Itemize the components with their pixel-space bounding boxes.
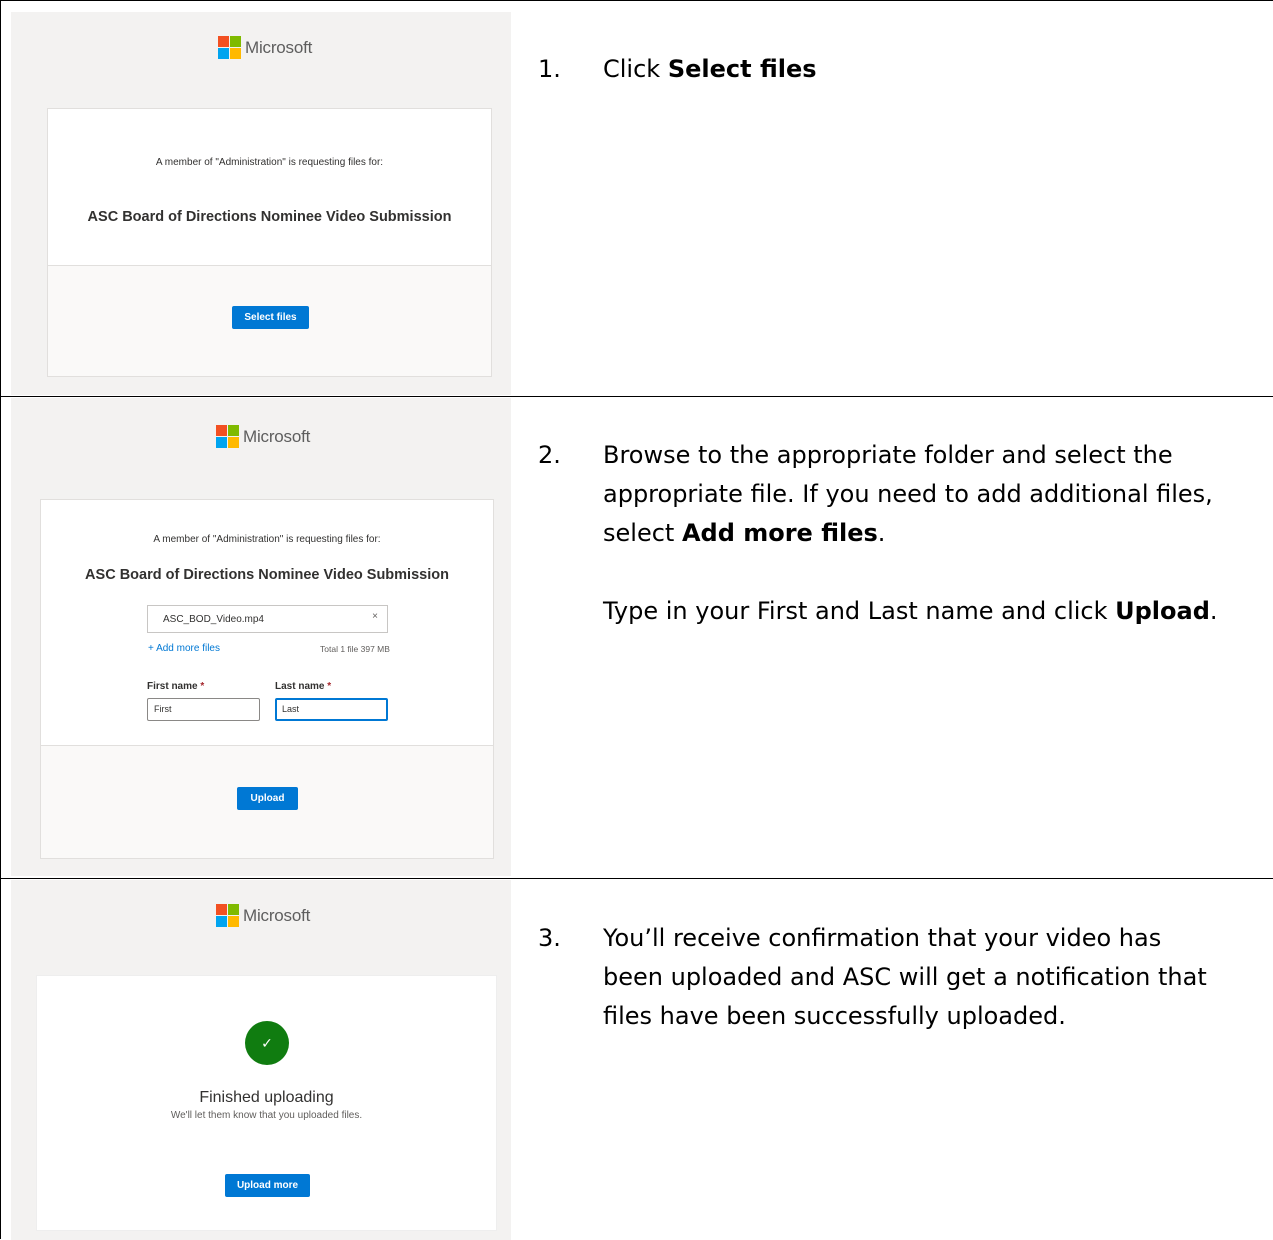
step-number: 2. xyxy=(538,441,561,469)
last-name-label: Last name * xyxy=(275,681,332,692)
finished-subtitle: We'll let them know that you uploaded fi… xyxy=(170,1110,363,1121)
request-card: A member of "Administration" is requesti… xyxy=(47,108,492,377)
first-name-label: First name * xyxy=(147,681,205,692)
microsoft-logo: Microsoft xyxy=(218,36,312,59)
step-text: Browse to the appropriate folder and sel… xyxy=(603,441,1218,625)
microsoft-logo-icon xyxy=(218,36,241,59)
remove-file-icon[interactable]: × xyxy=(372,611,378,622)
step-text: Click Select files xyxy=(603,55,817,83)
step-3-row: Microsoft ✓ Finished uploading We'll let… xyxy=(1,878,1273,1240)
microsoft-logo-icon xyxy=(216,904,239,927)
card-footer: Select files xyxy=(48,265,491,376)
step-1-screenshot: Microsoft A member of "Administration" i… xyxy=(11,12,511,395)
microsoft-logo-icon xyxy=(216,425,239,448)
first-name-input[interactable]: First xyxy=(147,698,260,721)
confirmation-card: ✓ Finished uploading We'll let them know… xyxy=(36,975,497,1231)
upload-card: A member of "Administration" is requesti… xyxy=(40,499,494,859)
microsoft-logo: Microsoft xyxy=(216,425,310,448)
request-title: ASC Board of Directions Nominee Video Su… xyxy=(85,567,449,583)
total-size: Total 1 file 397 MB xyxy=(320,644,390,654)
step-2-screenshot: Microsoft A member of "Administration" i… xyxy=(11,398,511,876)
add-more-files-link[interactable]: + Add more files xyxy=(148,643,220,654)
step-1-row: Microsoft A member of "Administration" i… xyxy=(1,1,1273,396)
microsoft-logo: Microsoft xyxy=(216,904,310,927)
select-files-button[interactable]: Select files xyxy=(232,306,309,329)
selected-file: ASC_BOD_Video.mp4 × xyxy=(147,605,388,633)
file-name: ASC_BOD_Video.mp4 xyxy=(163,614,264,625)
instruction-table: Microsoft A member of "Administration" i… xyxy=(0,0,1273,1240)
step-text: You’ll receive confirmation that your vi… xyxy=(603,924,1207,1030)
success-check-icon: ✓ xyxy=(245,1021,289,1065)
upload-more-button[interactable]: Upload more xyxy=(225,1174,310,1197)
upload-button[interactable]: Upload xyxy=(237,787,298,810)
step-number: 1. xyxy=(538,55,561,83)
last-name-input[interactable]: Last xyxy=(275,698,388,721)
request-text: A member of "Administration" is requesti… xyxy=(153,534,381,545)
request-title: ASC Board of Directions Nominee Video Su… xyxy=(87,209,452,225)
step-number: 3. xyxy=(538,924,561,952)
step-2-row: Microsoft A member of "Administration" i… xyxy=(1,396,1273,878)
request-text: A member of "Administration" is requesti… xyxy=(155,157,384,168)
card-footer: Upload xyxy=(41,745,493,858)
finished-title: Finished uploading xyxy=(199,1089,334,1106)
step-3-screenshot: Microsoft ✓ Finished uploading We'll let… xyxy=(11,880,511,1240)
